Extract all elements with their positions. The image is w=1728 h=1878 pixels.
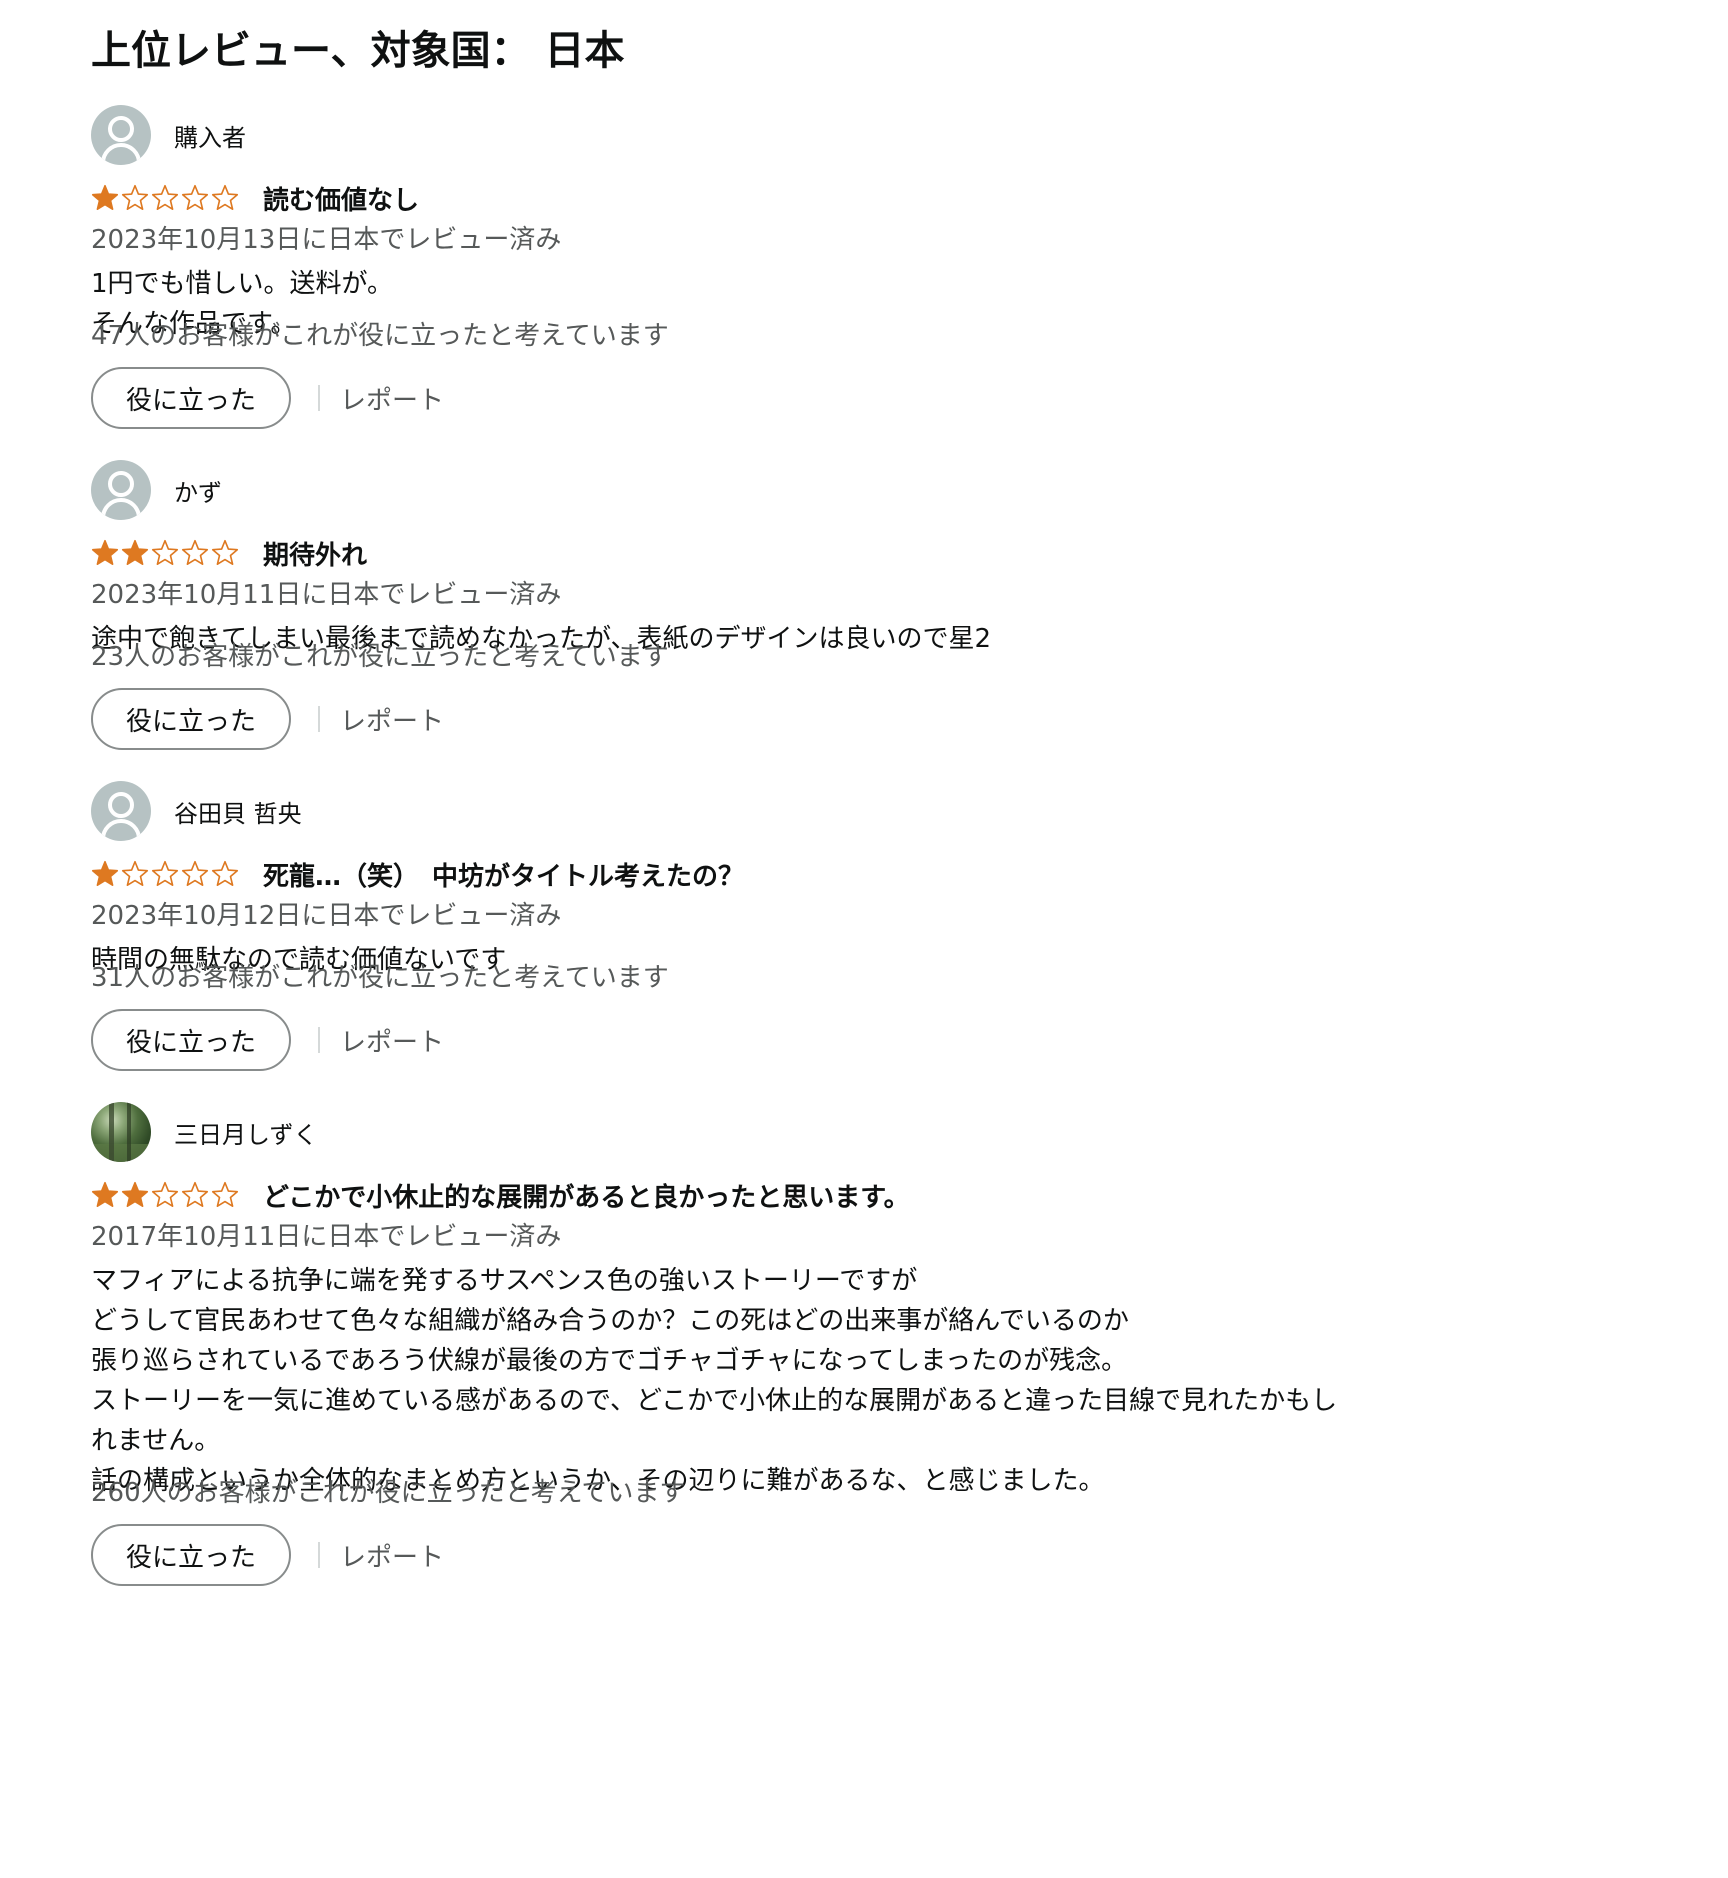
- reviewer-name[interactable]: 谷田貝 哲央: [174, 794, 302, 829]
- review-body-line: ストーリーを一気に進めている感があるので、どこかで小休止的な展開があると違った目…: [91, 1386, 1338, 1416]
- helpful-button[interactable]: 役に立った: [91, 1009, 291, 1071]
- helpful-count: 47人のお客様がこれが役に立ったと考えています: [91, 321, 669, 351]
- review-body-line: れません。: [91, 1426, 221, 1456]
- reviewer-profile[interactable]: 購入者: [91, 104, 246, 166]
- forest-photo-avatar: [91, 1102, 151, 1162]
- star-empty-icon: [121, 184, 149, 211]
- star-filled-icon: [91, 1181, 119, 1208]
- star-empty-icon: [211, 539, 239, 566]
- star-filled-icon: [91, 539, 119, 566]
- review-body-line: どうして官民あわせて色々な組織が絡み合うのか？この死はどの出来事が絡んでいるのか: [91, 1306, 1129, 1336]
- star-filled-icon: [121, 539, 149, 566]
- star-empty-icon: [151, 184, 179, 211]
- helpful-count: 23人のお客様がこれが役に立ったと考えています: [91, 642, 669, 672]
- default-user-icon: [91, 460, 151, 520]
- reviewer-profile[interactable]: かず: [91, 459, 222, 521]
- helpful-count: 31人のお客様がこれが役に立ったと考えています: [91, 963, 669, 993]
- report-link[interactable]: レポート: [340, 1537, 444, 1574]
- report-link[interactable]: レポート: [340, 1022, 444, 1059]
- reviewer-profile[interactable]: 谷田貝 哲央: [91, 780, 302, 842]
- review-body-line: マフィアによる抗争に端を発するサスペンス色の強いストーリーですが: [91, 1266, 918, 1296]
- divider: [318, 1542, 320, 1568]
- reviewer-profile[interactable]: 三日月しずく: [91, 1101, 318, 1163]
- star-empty-icon: [181, 539, 209, 566]
- review-date: 2017年10月11日に日本でレビュー済み: [91, 1222, 562, 1252]
- star-filled-icon: [91, 860, 119, 887]
- star-filled-icon: [121, 1181, 149, 1208]
- star-rating[interactable]: [91, 539, 241, 567]
- review-title[interactable]: 読む価値なし: [263, 180, 419, 217]
- review-date: 2023年10月11日に日本でレビュー済み: [91, 580, 562, 610]
- reviewer-name[interactable]: 購入者: [174, 118, 246, 153]
- reviewer-name[interactable]: 三日月しずく: [174, 1115, 318, 1150]
- star-empty-icon: [211, 184, 239, 211]
- star-rating[interactable]: [91, 860, 241, 888]
- review-title[interactable]: 死龍…（笑） 中坊がタイトル考えたの？: [263, 856, 744, 893]
- star-empty-icon: [181, 860, 209, 887]
- report-link[interactable]: レポート: [340, 380, 444, 417]
- review-body-line: 1円でも惜しい。送料が。: [91, 269, 394, 299]
- star-empty-icon: [181, 184, 209, 211]
- star-empty-icon: [211, 860, 239, 887]
- helpful-button[interactable]: 役に立った: [91, 1524, 291, 1586]
- review-date: 2023年10月12日に日本でレビュー済み: [91, 901, 562, 931]
- section-title: 上位レビュー、対象国： 日本: [91, 28, 625, 74]
- helpful-count: 260人のお客様がこれが役に立ったと考えています: [91, 1478, 686, 1508]
- star-empty-icon: [181, 1181, 209, 1208]
- divider: [318, 706, 320, 732]
- helpful-button[interactable]: 役に立った: [91, 688, 291, 750]
- default-user-icon: [91, 105, 151, 165]
- star-rating[interactable]: [91, 1181, 241, 1209]
- star-rating[interactable]: [91, 184, 241, 212]
- star-empty-icon: [151, 539, 179, 566]
- divider: [318, 1027, 320, 1053]
- review-title[interactable]: 期待外れ: [263, 535, 367, 572]
- star-empty-icon: [151, 860, 179, 887]
- helpful-button[interactable]: 役に立った: [91, 367, 291, 429]
- star-empty-icon: [211, 1181, 239, 1208]
- star-empty-icon: [151, 1181, 179, 1208]
- report-link[interactable]: レポート: [340, 701, 444, 738]
- star-filled-icon: [91, 184, 119, 211]
- review-date: 2023年10月13日に日本でレビュー済み: [91, 225, 562, 255]
- reviewer-name[interactable]: かず: [174, 473, 222, 508]
- divider: [318, 385, 320, 411]
- default-user-icon: [91, 781, 151, 841]
- review-title[interactable]: どこかで小休止的な展開があると良かったと思います。: [263, 1177, 910, 1214]
- review-body-line: 張り巡らされているであろう伏線が最後の方でゴチャゴチャになってしまったのが残念。: [91, 1346, 1128, 1376]
- review-body: マフィアによる抗争に端を発するサスペンス色の強いストーリーですが どうして官民あ…: [91, 1261, 1571, 1501]
- star-empty-icon: [121, 860, 149, 887]
